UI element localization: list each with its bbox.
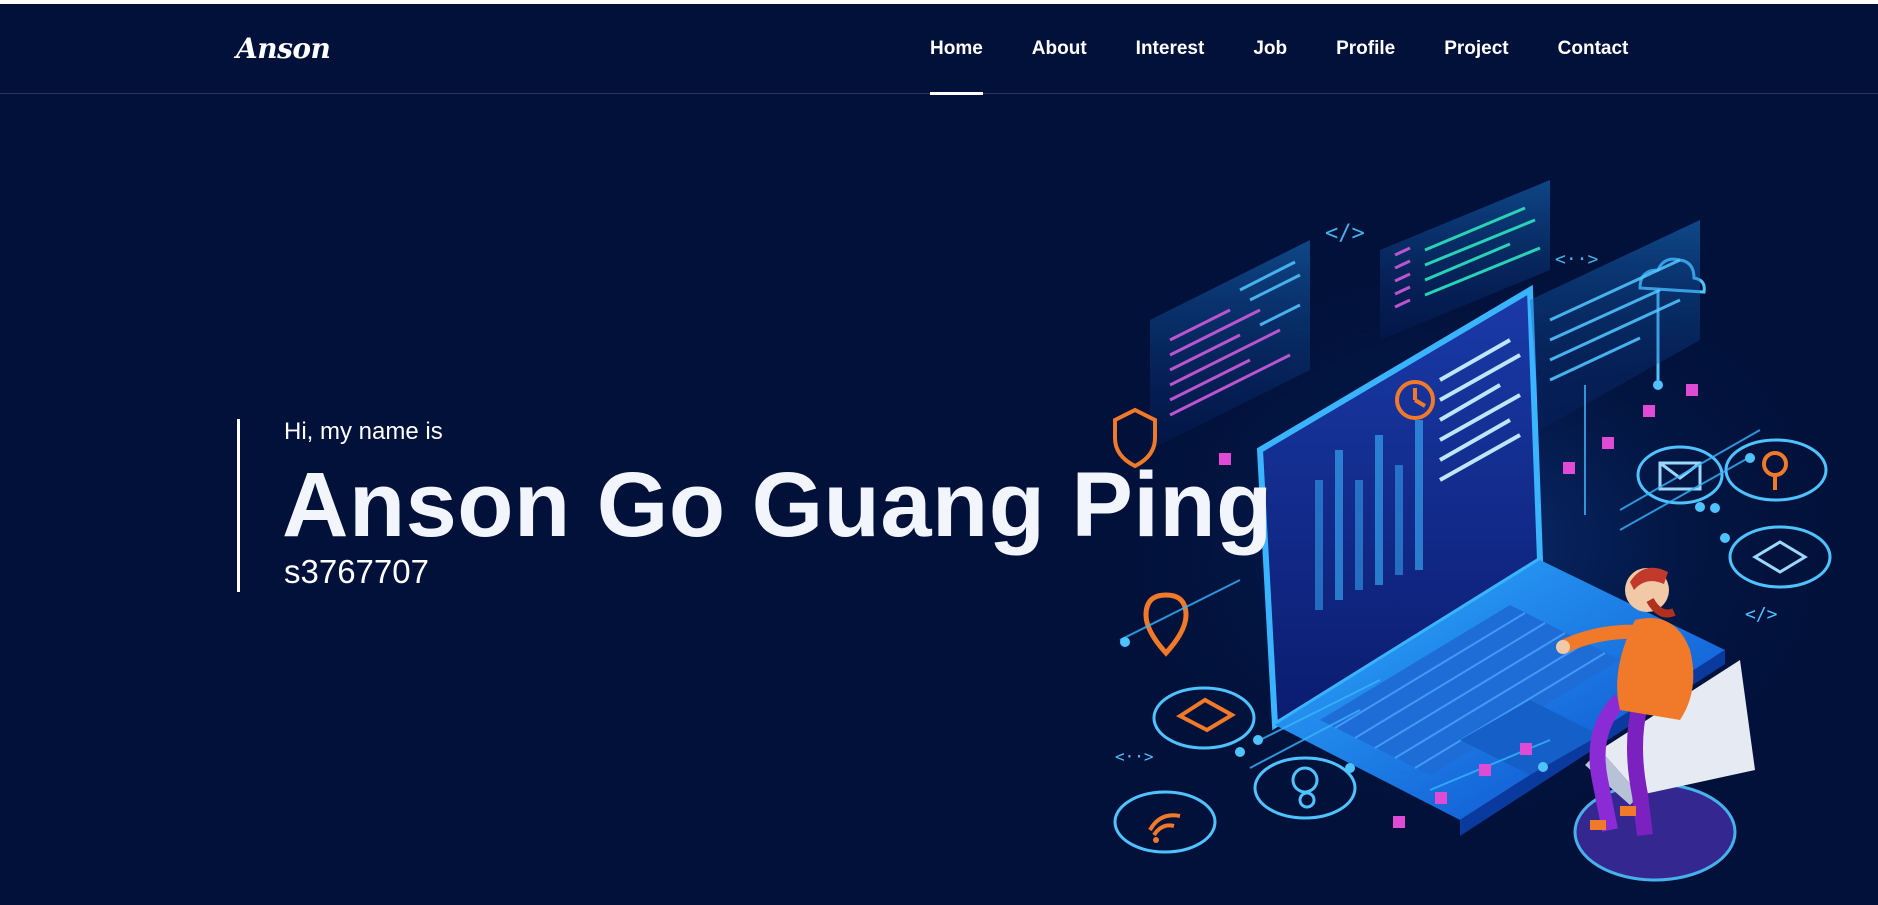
svg-text:</>: </> [1745, 604, 1778, 625]
hero-student-id: s3767707 [284, 553, 429, 590]
svg-text:<··>: <··> [1115, 747, 1154, 766]
nav-about[interactable]: About [1032, 4, 1087, 94]
nav-home[interactable]: Home [930, 4, 983, 95]
nav-job[interactable]: Job [1253, 4, 1287, 94]
nav-project[interactable]: Project [1444, 4, 1508, 94]
hero-accent-bar [237, 419, 240, 592]
nav-interest[interactable]: Interest [1136, 4, 1205, 94]
site-header: Anson Home About Interest Job Profile Pr… [0, 4, 1878, 95]
hero-name: Anson Go Guang Ping [282, 454, 1273, 556]
nav-profile[interactable]: Profile [1336, 4, 1395, 94]
svg-text:</>: </> [1325, 221, 1365, 246]
hero-greeting: Hi, my name is [284, 418, 443, 445]
logo[interactable]: Anson [236, 32, 331, 65]
svg-text:<··>: <··> [1555, 249, 1599, 270]
main-nav: Home About Interest Job Profile Project … [930, 4, 1629, 95]
nav-contact[interactable]: Contact [1558, 4, 1629, 94]
wifi-icon [1113, 790, 1217, 854]
